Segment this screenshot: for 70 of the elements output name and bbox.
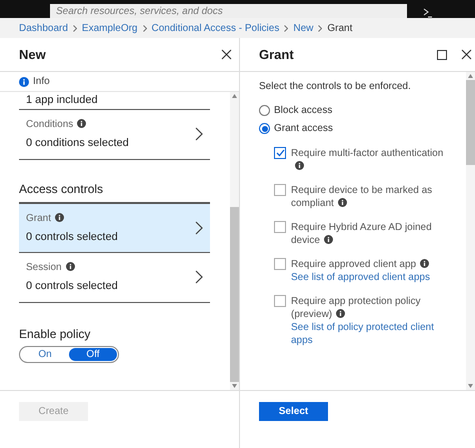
settings-row[interactable]: Grant 0 controls selected [19,202,210,253]
chevron-right-icon [284,24,288,32]
checkbox[interactable] [274,258,286,270]
panel-title: Grant [259,46,294,64]
chevron-right-icon [195,220,203,235]
info-icon [295,161,304,170]
chevron-right-icon [72,24,77,32]
scroll-up-icon[interactable] [468,74,473,78]
section-heading: Access controls [19,180,104,198]
see-list-link[interactable]: See list of approved client apps [291,271,430,284]
checkbox[interactable] [274,184,286,196]
info-icon [338,198,347,207]
close-icon[interactable] [461,49,472,60]
instruction-text: Select the controls to be enforced. [259,80,412,94]
row-label: Session [26,260,118,275]
radio-label: Block access [274,104,332,118]
checkbox-label: Require multi-factor authentication [291,147,449,173]
radio-button[interactable] [259,123,270,134]
search-field[interactable]: Search resources, services, and docs [50,4,407,18]
info-label[interactable]: Info [33,74,50,89]
row-label: Grant [26,210,118,226]
scrollbar-thumb[interactable] [230,207,239,382]
terminal-icon[interactable] [423,8,433,18]
on-off-toggle[interactable]: On Off [19,346,119,362]
scroll-down-icon[interactable] [232,384,237,388]
breadcrumb-current: Grant [327,22,352,36]
chevron-right-icon [195,127,203,142]
row-value: 0 conditions selected [26,136,129,151]
breadcrumb-link[interactable]: Conditional Access - Policies [152,20,280,36]
chevron-right-icon [318,24,322,32]
radio-button[interactable] [259,105,270,116]
info-icon [324,235,333,244]
scroll-down-icon[interactable] [468,384,473,388]
info-icon [55,212,64,222]
scrollbar[interactable] [466,72,475,390]
enable-policy-label: Enable policy [19,326,92,342]
settings-row[interactable]: Conditions 0 conditions selected [19,110,210,160]
select-button[interactable]: Select [259,402,328,421]
settings-row[interactable]: Session 0 controls selected [19,253,210,302]
breadcrumb-link[interactable]: ExampleOrg [82,20,138,36]
checkbox-label: Require device to be marked as compliant [291,184,434,210]
row-value: 0 controls selected [26,279,118,294]
checkbox-label: Require Hybrid Azure AD joined device [291,221,433,247]
close-icon[interactable] [221,49,232,60]
scroll-up-icon[interactable] [232,94,237,98]
see-list-link[interactable]: See list of policy protected client apps [291,321,449,347]
toggle-option[interactable]: On [21,348,69,360]
chevron-right-icon [142,24,146,32]
maximize-icon[interactable] [437,50,447,60]
scrollbar[interactable] [230,92,239,390]
info-icon [66,262,75,271]
scrollbar-thumb[interactable] [466,80,475,165]
info-icon [336,309,346,318]
row-value: 0 controls selected [26,230,118,244]
breadcrumb-link[interactable]: Dashboard [19,20,68,36]
info-icon [77,119,86,128]
checkbox[interactable] [274,295,286,307]
toggle-option[interactable]: Off [69,348,117,360]
checkbox-label: Require app protection policy (preview) [291,295,422,321]
checkbox[interactable] [274,221,286,233]
panel-title: New [19,46,46,64]
checkbox-label: Require approved client app [291,258,430,271]
chevron-right-icon [195,270,203,284]
breadcrumb-link[interactable]: New [293,20,314,36]
row-label: Conditions [26,117,129,132]
info-icon [19,76,29,86]
radio-label: Grant access [274,122,333,136]
row-value: 1 app included [26,95,98,106]
checkbox[interactable] [274,147,286,159]
info-icon [420,259,430,268]
